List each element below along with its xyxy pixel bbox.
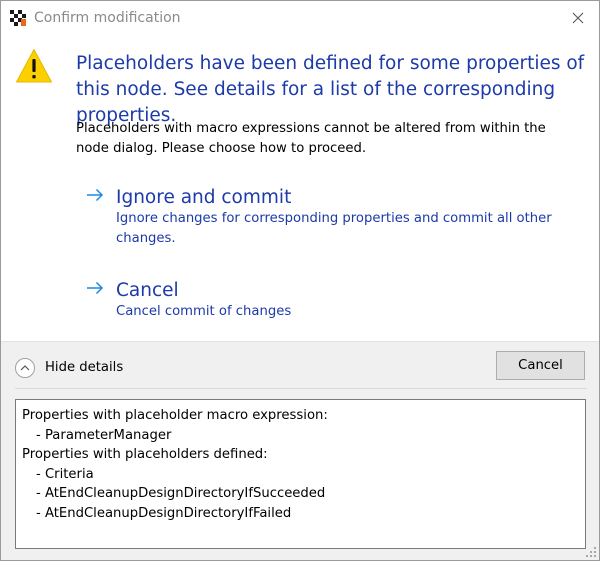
ignore-and-commit-command-link[interactable]: Ignore and commit Ignore changes for cor… (86, 186, 576, 246)
details-item: - ParameterManager (36, 427, 172, 443)
checkered-flag-icon (10, 10, 26, 26)
chevron-up-icon (20, 365, 30, 371)
command-link-title: Cancel (116, 280, 179, 301)
arrow-right-icon (87, 188, 104, 202)
cancel-button[interactable]: Cancel (496, 351, 585, 380)
details-item: - Criteria (36, 466, 94, 482)
footer-divider (15, 388, 587, 389)
dialog-window: Confirm modification Placeholders have b… (0, 0, 600, 561)
window-title: Confirm modification (34, 10, 181, 26)
expando-button[interactable] (15, 358, 35, 378)
content-text: Placeholders with macro expressions cann… (76, 121, 546, 156)
warning-icon (16, 49, 52, 83)
details-heading: Properties with placeholders defined: (22, 447, 268, 462)
close-icon (572, 12, 584, 24)
details-item: - AtEndCleanupDesignDirectoryIfSucceeded (36, 486, 326, 501)
command-link-title: Ignore and commit (116, 187, 292, 208)
command-link-note: Cancel commit of changes (116, 304, 292, 319)
close-button[interactable] (563, 5, 593, 31)
details-heading: Properties with placeholder macro expres… (22, 408, 328, 423)
arrow-right-icon (87, 281, 104, 295)
hide-details-label: Hide details (45, 360, 124, 375)
command-link-note: Ignore changes for corresponding propert… (116, 211, 552, 246)
details-textbox[interactable]: Properties with placeholder macro expres… (15, 399, 586, 549)
details-item: - AtEndCleanupDesignDirectoryIfFailed (36, 505, 292, 521)
dialog-footer: Hide details Cancel Properties with plac… (1, 341, 599, 560)
cancel-command-link[interactable]: Cancel Cancel commit of changes (86, 279, 576, 323)
main-instruction: Placeholders have been defined for some … (76, 53, 585, 126)
title-bar[interactable]: Confirm modification (1, 1, 599, 35)
resize-grip-icon[interactable] (585, 546, 597, 558)
